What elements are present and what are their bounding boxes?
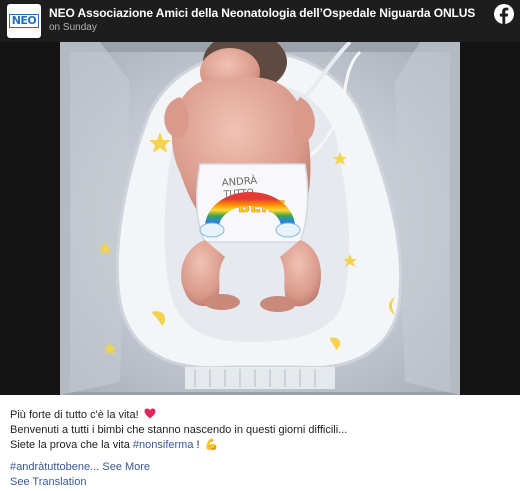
caption-line-1-text: Più forte di tutto c'è la vita! xyxy=(10,409,139,421)
hashtag-preview-row: #andràtuttobene... See More xyxy=(10,460,150,474)
caption-line-3: Siete la prova che la vita #nonsiferma !… xyxy=(10,438,510,453)
facebook-icon[interactable] xyxy=(494,4,514,24)
hashtag-nonsiferma-link[interactable]: #nonsiferma xyxy=(133,439,194,451)
newborn-in-incubator-image: ANDRÀ TUTTO BENE xyxy=(0,42,520,395)
caption-line-3-suffix: ! xyxy=(193,439,200,451)
see-translation-link[interactable]: See Translation xyxy=(10,476,86,488)
heart-icon xyxy=(144,408,156,419)
avatar-logo-text: NEO xyxy=(8,14,40,28)
caption-line-3-text: Siete la prova che la vita xyxy=(10,439,133,451)
see-more-link[interactable]: See More xyxy=(102,461,150,473)
see-translation-row: See Translation xyxy=(10,475,86,489)
caption-line-2: Benvenuti a tutti i bimbi che stanno nas… xyxy=(10,424,348,436)
page-name-link[interactable]: NEO Associazione Amici della Neonatologi… xyxy=(49,6,475,20)
post-header: NEO NEO Associazione Amici della Neonato… xyxy=(0,0,520,42)
post-timestamp[interactable]: on Sunday xyxy=(49,22,97,33)
facebook-post: NEO NEO Associazione Amici della Neonato… xyxy=(0,0,520,491)
hashtag-andratuttobene-link[interactable]: #andràtuttobene... xyxy=(10,461,99,473)
flexed-biceps-emoji: 💪 xyxy=(204,439,219,451)
caption-line-1: Più forte di tutto c'è la vita! xyxy=(10,408,510,423)
post-photo[interactable]: ANDRÀ TUTTO BENE xyxy=(0,42,520,395)
post-caption: Più forte di tutto c'è la vita! Benvenut… xyxy=(10,408,510,453)
page-avatar[interactable]: NEO xyxy=(7,4,41,38)
